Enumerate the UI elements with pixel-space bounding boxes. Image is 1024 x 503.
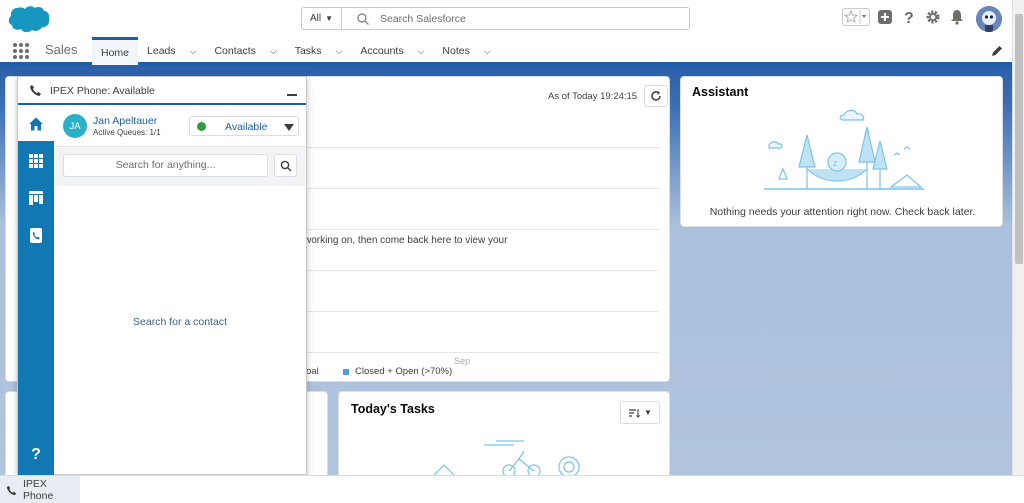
tasks-filter-button[interactable]: ▼ (620, 401, 660, 424)
app-navigation: Sales Home Leads ⌵ Contacts ⌵ Tasks ⌵ Ac… (0, 37, 1012, 65)
page-scrollbar[interactable] (1012, 0, 1024, 475)
legend-goal: oal (306, 366, 319, 377)
contact-empty-message: Search for a contact (133, 316, 227, 328)
caret-down-icon: ▼ (644, 408, 652, 417)
gear-icon[interactable] (924, 8, 942, 26)
legend-label: Closed + Open (>70%) (355, 366, 453, 377)
phone-panel-title: IPEX Phone: Available (50, 85, 155, 97)
agent-status-row: JA Jan Apeltauer Active Queues: 1/1 Avai… (54, 107, 306, 147)
global-search[interactable]: All ▼ Search Salesforce (301, 7, 690, 30)
app-name: Sales (45, 42, 78, 57)
edit-nav-pencil-icon[interactable] (990, 44, 1004, 58)
tab-contacts[interactable]: Contacts ⌵ (205, 37, 285, 65)
x-axis-tick: Sep (454, 356, 471, 366)
chart-gridline (296, 188, 659, 189)
agent-name[interactable]: Jan Apeltauer (93, 115, 157, 127)
help-icon[interactable]: ? (900, 8, 918, 26)
dialpad-icon (29, 154, 43, 168)
assistant-title: Assistant (692, 85, 749, 99)
phone-sidebar: ? (18, 107, 54, 475)
tasks-illustration (424, 440, 589, 477)
phone-icon (30, 85, 41, 96)
refresh-icon (651, 91, 661, 101)
favorites-star-icon[interactable] (842, 8, 870, 26)
chevron-down-icon[interactable]: ⌵ (484, 46, 491, 57)
contact-search-bar: Search for anything... (54, 148, 306, 186)
search-icon (357, 12, 369, 25)
phone-contacts-button[interactable] (18, 218, 54, 252)
sort-icon (629, 408, 640, 418)
tab-tasks[interactable]: Tasks ⌵ (286, 37, 352, 65)
phone-home-button[interactable] (18, 107, 54, 141)
tab-label: Notes (442, 45, 470, 57)
queues-icon (29, 191, 43, 205)
tab-label: Home (101, 46, 130, 59)
contact-search-button[interactable] (274, 154, 297, 177)
svg-text:?: ? (904, 10, 914, 25)
svg-text:z: z (833, 158, 838, 168)
utility-item-ipex-phone[interactable]: IPEX Phone (0, 476, 80, 503)
contact-search-input[interactable]: Search for anything... (63, 154, 268, 177)
utility-item-label: IPEX Phone (22, 478, 54, 502)
notifications-bell-icon[interactable] (948, 8, 966, 26)
tab-label: Contacts (214, 45, 256, 57)
utility-bar: IPEX Phone (0, 475, 1024, 503)
search-scope-select[interactable]: All ▼ (302, 8, 342, 29)
chart-gridline (296, 147, 659, 148)
phone-dialpad-button[interactable] (18, 144, 54, 178)
tab-home[interactable]: Home (92, 37, 139, 65)
tasks-title: Today's Tasks (351, 402, 435, 416)
search-input[interactable]: Search Salesforce (380, 13, 466, 25)
tab-label: Accounts (360, 45, 404, 57)
chart-gridline (296, 229, 659, 230)
tab-notes[interactable]: Notes ⌵ (433, 37, 499, 65)
phone-icon (6, 485, 17, 495)
help-icon: ? (31, 446, 41, 463)
legend-swatch (343, 368, 349, 375)
performance-empty-message: working on, then come back here to view … (304, 235, 508, 246)
ipex-phone-panel: IPEX Phone: Available ? JA Jan Apeltauer… (17, 76, 307, 475)
agent-queues: Active Queues: 1/1 (93, 128, 161, 137)
todays-tasks-card: Today's Tasks ▼ (338, 391, 670, 481)
status-value: Available (225, 121, 268, 133)
assistant-card: Assistant z Nothing needs your attention… (680, 76, 1003, 227)
chevron-down-icon[interactable]: ⌵ (190, 46, 197, 57)
phone-queues-button[interactable] (18, 181, 54, 215)
phone-help-button[interactable]: ? (18, 438, 54, 472)
header-actions: ? (842, 8, 966, 26)
chevron-down-icon[interactable]: ⌵ (336, 46, 343, 57)
chevron-down-icon[interactable]: ⌵ (418, 46, 425, 57)
nav-tabs: Home Leads ⌵ Contacts ⌵ Tasks ⌵ Accounts… (92, 37, 500, 65)
refresh-button[interactable] (644, 85, 668, 107)
agent-avatar: JA (63, 114, 87, 138)
home-icon (29, 117, 43, 131)
last-refreshed-text: As of Today 19:24:15 (548, 91, 638, 102)
chart-gridline (296, 311, 659, 312)
chart-gridline (296, 270, 659, 271)
tab-leads[interactable]: Leads ⌵ (138, 37, 205, 65)
chevron-down-icon[interactable]: ⌵ (270, 46, 277, 57)
minimize-icon[interactable] (286, 84, 298, 96)
chart-axis (296, 352, 659, 353)
legend-closed-open: Closed + Open (>70%) (343, 366, 452, 377)
global-create-icon[interactable] (876, 8, 894, 26)
scrollbar-thumb[interactable] (1015, 14, 1023, 264)
app-launcher-icon[interactable] (13, 43, 29, 59)
phone-book-icon (30, 227, 42, 243)
tab-label: Leads (147, 45, 176, 57)
search-icon (280, 160, 291, 171)
user-avatar[interactable] (976, 6, 1002, 32)
tab-label: Tasks (294, 45, 322, 57)
assistant-empty-message: Nothing needs your attention right now. … (709, 206, 976, 218)
status-indicator-dot (197, 122, 206, 131)
tab-accounts[interactable]: Accounts ⌵ (351, 37, 433, 65)
phone-panel-header: IPEX Phone: Available (18, 77, 306, 105)
salesforce-logo[interactable] (8, 5, 50, 34)
agent-status-select[interactable]: Available (189, 116, 299, 136)
caret-down-icon (284, 124, 294, 131)
hammock-illustration: z (764, 109, 924, 190)
global-header: All ▼ Search Salesforce ? (0, 0, 1012, 37)
search-scope-label: All (309, 13, 322, 24)
caret-down-icon: ▼ (325, 14, 334, 23)
